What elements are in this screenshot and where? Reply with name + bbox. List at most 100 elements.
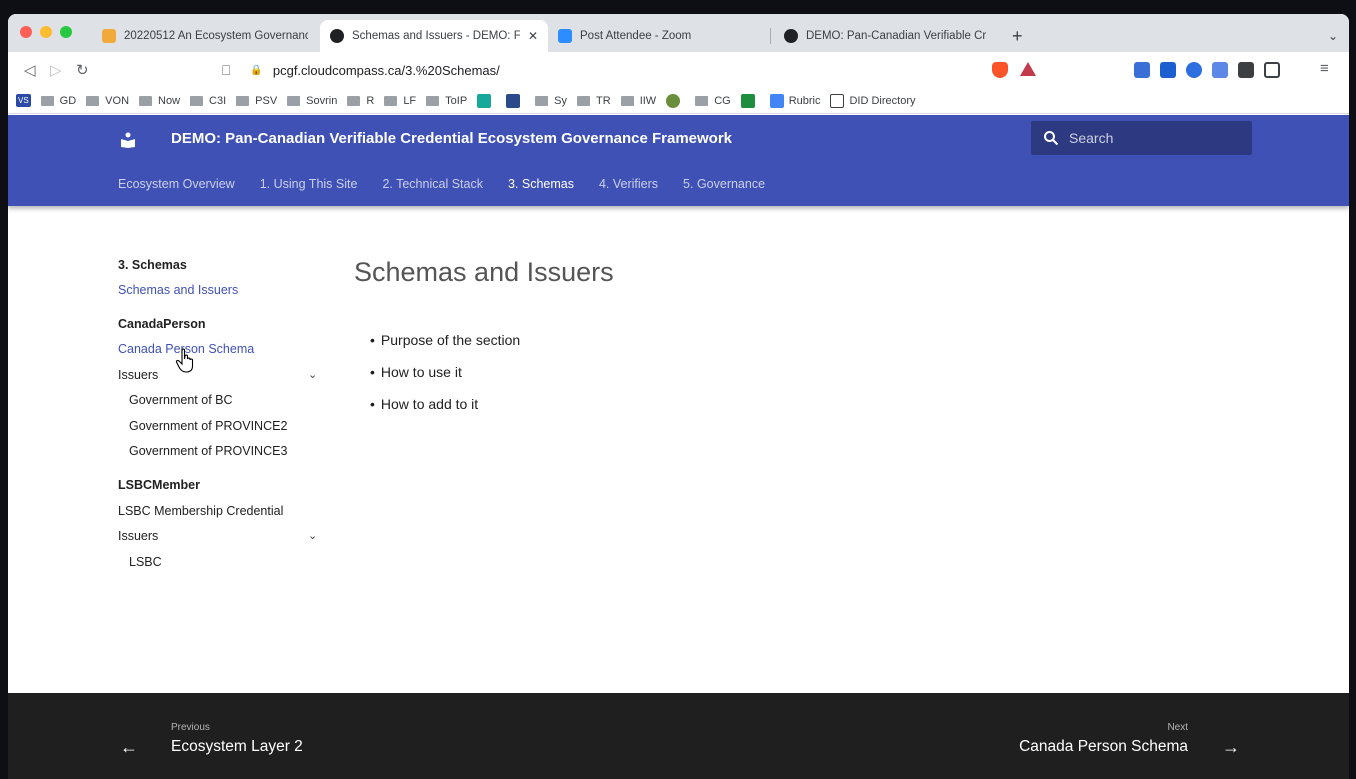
bookmark-item[interactable] — [506, 93, 525, 108]
bookmark-item[interactable] — [740, 93, 760, 108]
bookmark-item[interactable]: ToIP — [426, 95, 467, 107]
browser-tab[interactable]: Post Attendee - Zoom — [548, 20, 768, 52]
arrow-left-icon[interactable]: ← — [120, 737, 138, 758]
sidebar-issuers-toggle[interactable]: Issuers — [118, 529, 158, 543]
sidebar-item-issuer[interactable]: LSBC — [129, 555, 162, 569]
tab-ecosystem-overview[interactable]: Ecosystem Overview — [118, 177, 235, 191]
previous-label: Previous — [171, 722, 210, 733]
browser-tab[interactable]: 20220512 An Ecosystem Governanc — [92, 20, 318, 52]
next-page-link[interactable]: Canada Person Schema — [1019, 738, 1188, 756]
sidebar-item-lsbc-membership-credential[interactable]: LSBC Membership Credential — [118, 504, 283, 518]
folder-icon — [620, 95, 634, 106]
github-icon — [784, 29, 798, 43]
url-field[interactable]: ⎕ 🔒 pcgf.cloudcompass.ca/3.%20Schemas/ — [222, 57, 1056, 83]
brave-rewards-icon[interactable] — [1020, 62, 1036, 76]
site-title[interactable]: DEMO: Pan-Canadian Verifiable Credential… — [171, 130, 732, 147]
search-input[interactable]: Search — [1031, 121, 1252, 155]
sidebar-issuers-toggle[interactable]: Issuers — [118, 368, 158, 382]
bookmark-label: Sy — [554, 94, 568, 107]
minimize-window-button[interactable] — [40, 26, 52, 38]
extension-icon[interactable] — [1186, 62, 1202, 78]
maximize-window-button[interactable] — [60, 26, 72, 38]
reload-icon[interactable]: ↻ — [76, 61, 89, 79]
tab-search-button[interactable]: ⌄ — [1318, 20, 1348, 52]
bookmark-item[interactable]: R — [347, 95, 374, 107]
bookmark-item[interactable] — [666, 93, 685, 108]
brave-shield-icon[interactable] — [992, 62, 1008, 78]
tab-verifiers[interactable]: 4. Verifiers — [599, 177, 658, 191]
close-window-button[interactable] — [20, 26, 32, 38]
bookmark-item[interactable]: LF — [384, 95, 416, 107]
site-nav-tabs: Ecosystem Overview 1. Using This Site 2.… — [118, 177, 790, 191]
puzzle-icon[interactable] — [1238, 62, 1254, 78]
bookmark-item[interactable] — [477, 93, 496, 108]
bookmark-item[interactable]: VS — [16, 94, 31, 107]
bookmark-item[interactable]: DID Directory — [830, 93, 916, 108]
sidebar-group-title: LSBCMember — [118, 478, 200, 492]
bookmark-item[interactable]: TR — [577, 95, 611, 107]
folder-icon — [236, 95, 250, 106]
browser-tab-active[interactable]: Schemas and Issuers - DEMO: F ✕ — [320, 20, 548, 52]
bookmark-item[interactable]: Sy — [535, 95, 567, 107]
menu-icon[interactable]: ≡ — [1320, 60, 1329, 77]
chevron-down-icon[interactable]: ⌄ — [308, 368, 317, 381]
tab-using-this-site[interactable]: 1. Using This Site — [260, 177, 358, 191]
n-logo-icon — [477, 93, 492, 108]
folder-icon — [139, 95, 153, 106]
sidebar-item-issuer[interactable]: Government of BC — [129, 393, 233, 407]
extension-icon[interactable] — [1134, 62, 1150, 78]
folder-icon — [695, 95, 709, 106]
tab-governance[interactable]: 5. Governance — [683, 177, 765, 191]
sidebar-item-issuer[interactable]: Government of PROVINCE3 — [129, 444, 287, 458]
bookmark-label: VON — [105, 94, 130, 107]
plus-square-icon — [740, 93, 755, 108]
browser-tab[interactable]: DEMO: Pan-Canadian Verifiable Cre — [774, 20, 996, 52]
new-tab-button[interactable]: + — [1002, 20, 1033, 52]
tab-title: DEMO: Pan-Canadian Verifiable Cre — [806, 30, 986, 42]
folder-icon — [190, 95, 204, 106]
tab-bar: 20220512 An Ecosystem Governanc Schemas … — [8, 14, 1349, 52]
close-tab-icon[interactable]: ✕ — [528, 29, 538, 43]
bookmark-label: DID Directory — [849, 94, 916, 107]
chevron-down-icon[interactable]: ⌄ — [308, 529, 317, 542]
bookmark-item[interactable]: CG — [695, 95, 731, 107]
notion-icon[interactable] — [1160, 62, 1176, 78]
book-logo-icon — [121, 132, 135, 148]
search-placeholder: Search — [1069, 130, 1114, 146]
folder-icon — [347, 95, 361, 106]
back-icon[interactable]: ◁ — [24, 61, 36, 79]
wallet-icon[interactable] — [1264, 62, 1280, 78]
browser-window: 20220512 An Ecosystem Governanc Schemas … — [8, 14, 1349, 779]
arrow-right-icon[interactable]: → — [1222, 737, 1240, 758]
bookmark-item[interactable]: Now — [139, 95, 180, 107]
lock-icon[interactable]: 🔒 — [250, 65, 262, 76]
bookmark-item[interactable]: C3I — [190, 95, 226, 107]
tab-title: Post Attendee - Zoom — [580, 30, 692, 42]
calendar-icon — [102, 29, 116, 43]
tab-technical-stack[interactable]: 2. Technical Stack — [382, 177, 483, 191]
hand-cursor-icon — [175, 348, 194, 373]
plus-icon: + — [1012, 25, 1023, 46]
bookmark-label: C3I — [209, 94, 227, 107]
forward-icon[interactable]: ▷ — [50, 61, 62, 79]
sidebar-item-issuer[interactable]: Government of PROVINCE2 — [129, 419, 287, 433]
bookmark-item[interactable]: VON — [86, 95, 129, 107]
bookmark-icon[interactable]: ⎕ — [222, 62, 230, 79]
doc-icon — [769, 93, 784, 108]
bookmark-label: Sovrin — [306, 94, 338, 107]
list-item: How to add to it — [370, 396, 520, 428]
bookmark-item[interactable]: Sovrin — [287, 95, 337, 107]
bookmark-label: TR — [596, 94, 611, 107]
sidebar-item-schemas-and-issuers[interactable]: Schemas and Issuers — [118, 283, 238, 297]
github-icon — [330, 29, 344, 43]
bookmark-item[interactable]: Rubric — [769, 93, 820, 108]
bookmark-item[interactable]: IIW — [620, 95, 656, 107]
bookmark-item[interactable]: PSV — [236, 95, 277, 107]
bookmark-item[interactable]: GD — [40, 95, 76, 107]
bookmark-label: CG — [714, 94, 731, 107]
tab-schemas[interactable]: 3. Schemas — [508, 177, 574, 191]
chevron-down-icon: ⌄ — [1328, 29, 1339, 43]
extension-icon[interactable] — [1212, 62, 1228, 78]
site-header: DEMO: Pan-Canadian Verifiable Credential… — [8, 115, 1349, 206]
previous-page-link[interactable]: Ecosystem Layer 2 — [171, 738, 303, 756]
